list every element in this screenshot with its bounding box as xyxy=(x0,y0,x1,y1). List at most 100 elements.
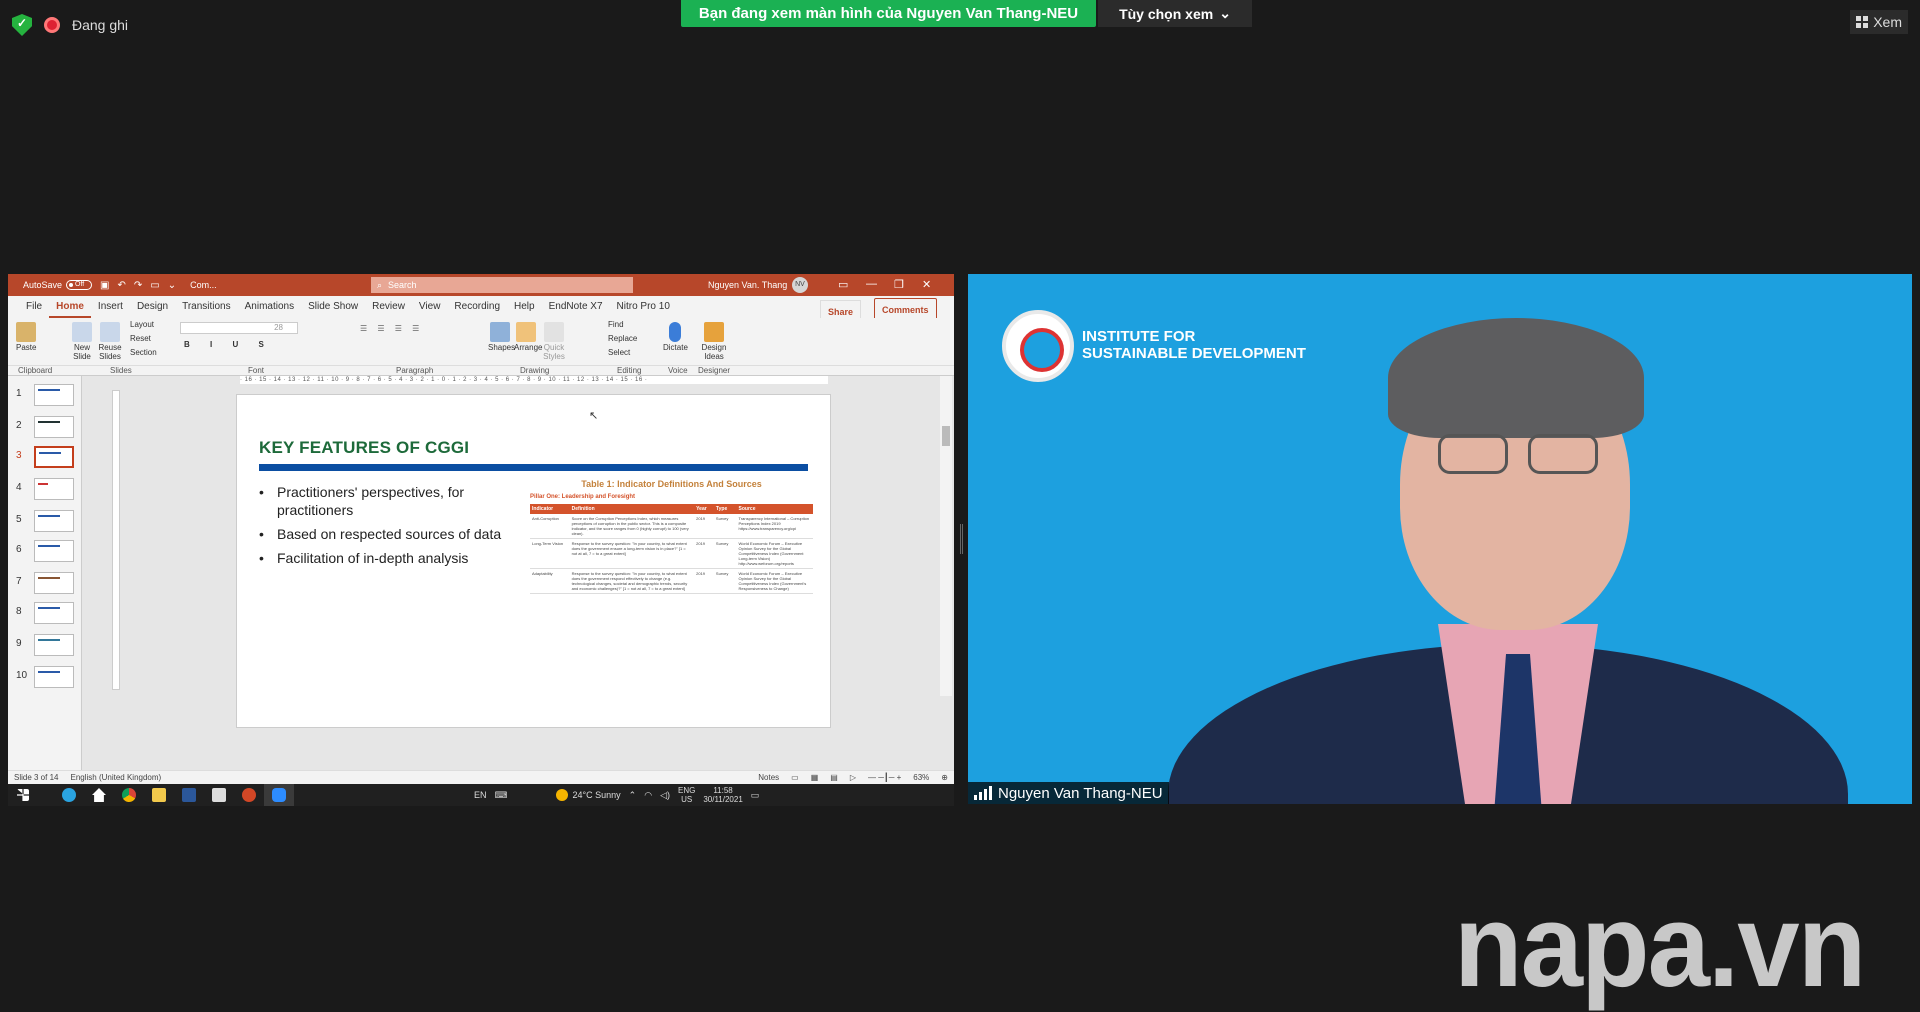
layout-button[interactable]: Layout xyxy=(130,320,154,329)
avatar[interactable]: NV xyxy=(792,277,808,293)
windows-start-icon[interactable] xyxy=(8,784,38,806)
slide-canvas[interactable]: KEY FEATURES OF CGGI Practitioners' pers… xyxy=(236,394,831,728)
thumbnail-row[interactable]: 3 xyxy=(8,446,81,472)
chevron-up-icon[interactable]: ⌃ xyxy=(629,790,637,801)
thumbnail-row[interactable]: 5 xyxy=(8,510,81,536)
language-status[interactable]: English (United Kingdom) xyxy=(70,773,161,782)
replace-button[interactable]: Replace xyxy=(608,334,637,343)
zoom-icon[interactable] xyxy=(264,784,294,806)
thumbnail-row[interactable]: 2 xyxy=(8,416,81,442)
file-explorer-icon[interactable] xyxy=(144,784,174,806)
autosave-toggle[interactable]: Off xyxy=(66,280,93,290)
tab-animations[interactable]: Animations xyxy=(238,296,301,318)
view-options-button[interactable]: Tùy chọn xem ⌄ xyxy=(1098,0,1252,27)
notes-button[interactable]: Notes xyxy=(758,773,779,782)
ribbon-display-icon[interactable]: ▭ xyxy=(838,278,848,291)
vertical-scrollbar[interactable] xyxy=(940,376,952,696)
find-button[interactable]: Find xyxy=(608,320,624,329)
edge-icon[interactable] xyxy=(54,784,84,806)
tab-design[interactable]: Design xyxy=(130,296,175,318)
slide-thumbnails-pane[interactable]: 1 2 3 4 5 6 7 8 9 10 xyxy=(8,376,82,784)
slide-thumbnail[interactable] xyxy=(34,510,74,532)
select-button[interactable]: Select xyxy=(608,348,630,357)
network-icon[interactable]: ◠ xyxy=(644,790,652,801)
volume-icon[interactable]: ◁) xyxy=(660,790,670,801)
weather-widget[interactable]: 24°C Sunny xyxy=(555,789,621,801)
chrome-icon[interactable] xyxy=(114,784,144,806)
search-box[interactable]: ⌕ Search xyxy=(371,277,633,293)
font-format-buttons[interactable]: B I U S xyxy=(184,340,273,349)
keyboard-icon[interactable]: ⌨ xyxy=(495,790,508,801)
input-language[interactable]: EN xyxy=(474,790,487,800)
present-icon[interactable]: ▭ xyxy=(150,280,159,291)
paste-button[interactable]: Paste xyxy=(16,322,36,352)
tab-review[interactable]: Review xyxy=(365,296,412,318)
slide-thumbnail[interactable] xyxy=(34,572,74,594)
shapes-button[interactable]: Shapes xyxy=(488,322,515,352)
split-drag-handle[interactable] xyxy=(960,524,963,554)
font-size-box[interactable]: 28 xyxy=(180,322,298,334)
slide-thumbnail[interactable] xyxy=(34,416,74,438)
security-shield-icon[interactable] xyxy=(12,14,32,36)
language-indicator[interactable]: ENG US xyxy=(678,786,695,804)
account-name[interactable]: Nguyen Van. Thang xyxy=(708,280,787,290)
new-slide-button[interactable]: New Slide xyxy=(70,322,94,361)
home-icon[interactable] xyxy=(84,784,114,806)
view-button[interactable]: Xem xyxy=(1850,10,1908,34)
dictate-button[interactable]: Dictate xyxy=(663,322,688,352)
clock[interactable]: 11:58 30/11/2021 xyxy=(703,786,742,804)
slide-thumbnail[interactable] xyxy=(34,602,74,624)
design-ideas-button[interactable]: Design Ideas xyxy=(700,322,728,361)
slide-thumbnail[interactable] xyxy=(34,666,74,688)
thumbnail-row[interactable]: 1 xyxy=(8,384,81,410)
tab-view[interactable]: View xyxy=(412,296,448,318)
tab-nitro[interactable]: Nitro Pro 10 xyxy=(610,296,677,318)
comments-button[interactable]: Comments xyxy=(874,298,937,320)
tab-home[interactable]: Home xyxy=(49,296,91,318)
thumbnail-row[interactable]: 10 xyxy=(8,666,81,692)
tab-recording[interactable]: Recording xyxy=(447,296,507,318)
customize-qat-icon[interactable]: ⌄ xyxy=(168,280,176,291)
reset-button[interactable]: Reset xyxy=(130,334,151,343)
tab-slide-show[interactable]: Slide Show xyxy=(301,296,365,318)
notification-icon[interactable]: ▭ xyxy=(751,790,760,801)
restore-icon[interactable]: ❐ xyxy=(894,278,904,291)
zoom-slider[interactable]: — ─┃─ + xyxy=(868,773,901,782)
arrange-button[interactable]: Arrange xyxy=(514,322,542,352)
undo-icon[interactable]: ↶ xyxy=(117,280,125,291)
reuse-slides-button[interactable]: Reuse Slides xyxy=(98,322,122,361)
quick-styles-button[interactable]: Quick Styles xyxy=(542,322,566,361)
redo-icon[interactable]: ↷ xyxy=(134,280,142,291)
tab-help[interactable]: Help xyxy=(507,296,542,318)
indicator-table-image[interactable]: Table 1: Indicator Definitions And Sourc… xyxy=(530,479,813,594)
scroll-thumb[interactable] xyxy=(942,426,950,446)
slide-thumbnail[interactable] xyxy=(34,384,74,406)
save-icon[interactable]: ▣ xyxy=(100,280,109,291)
slide-thumbnail-selected[interactable] xyxy=(34,446,74,468)
slide-thumbnail[interactable] xyxy=(34,540,74,562)
thumbnail-row[interactable]: 4 xyxy=(8,478,81,504)
zoom-level[interactable]: 63% xyxy=(913,773,929,782)
slideshow-view-icon[interactable]: ▷ xyxy=(850,773,856,782)
slide-title[interactable]: KEY FEATURES OF CGGI xyxy=(259,438,469,458)
tab-insert[interactable]: Insert xyxy=(91,296,130,318)
app-icon[interactable] xyxy=(204,784,234,806)
tab-transitions[interactable]: Transitions xyxy=(175,296,238,318)
slide-sorter-icon[interactable]: ▦ xyxy=(811,773,819,782)
thumbnail-row[interactable]: 6 xyxy=(8,540,81,566)
powerpoint-icon[interactable] xyxy=(234,784,264,806)
paragraph-buttons[interactable]: ☰ ☰ ☰ ☰ xyxy=(360,324,423,333)
bullet-list[interactable]: Practitioners' perspectives, for practit… xyxy=(259,483,519,573)
reading-view-icon[interactable]: ▤ xyxy=(830,773,838,782)
normal-view-icon[interactable]: ▭ xyxy=(791,773,799,782)
close-icon[interactable]: ✕ xyxy=(922,278,931,291)
thumbnail-row[interactable]: 9 xyxy=(8,634,81,660)
word-icon[interactable] xyxy=(174,784,204,806)
minimize-icon[interactable]: — xyxy=(866,278,877,290)
slide-thumbnail[interactable] xyxy=(34,634,74,656)
fit-slide-icon[interactable]: ⊕ xyxy=(941,773,948,782)
slide-thumbnail[interactable] xyxy=(34,478,74,500)
section-button[interactable]: Section xyxy=(130,348,157,357)
tab-endnote[interactable]: EndNote X7 xyxy=(542,296,610,318)
thumbnail-row[interactable]: 8 xyxy=(8,602,81,628)
